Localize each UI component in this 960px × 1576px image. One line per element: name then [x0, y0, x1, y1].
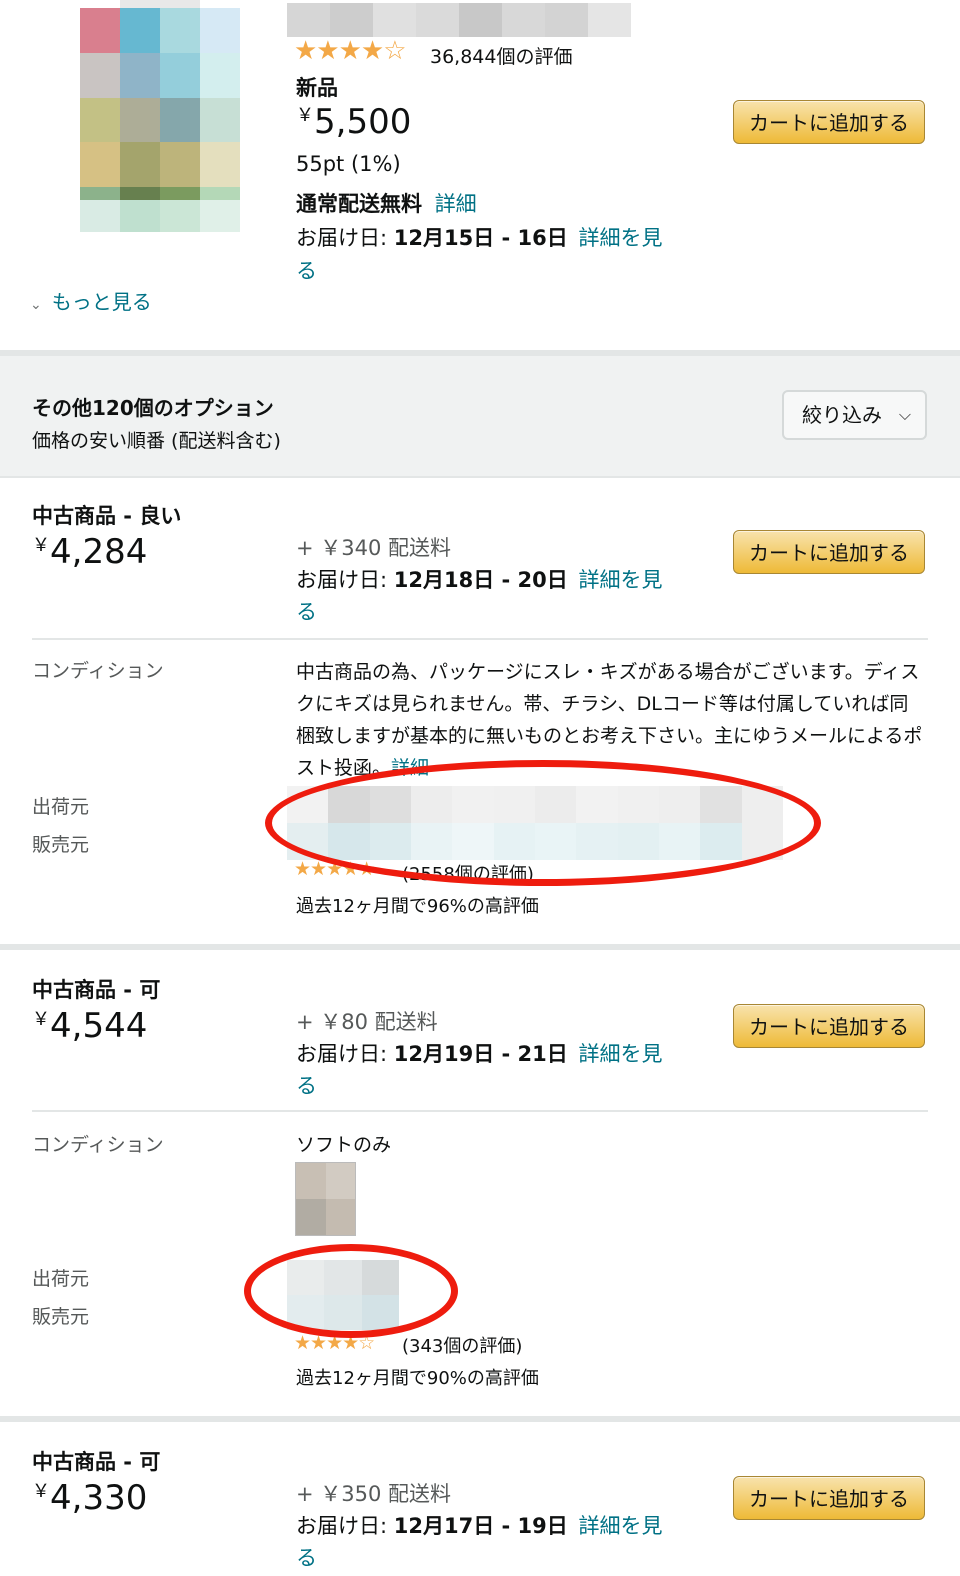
price-value: 4,544: [50, 1006, 148, 1046]
offer-shipping-cost: + ￥80 配送料: [296, 1010, 438, 1034]
condition-line: クにキズは見られません。帯、チラシ、DLコード等は付属していれば同: [296, 693, 909, 715]
free-shipping-label: 通常配送無料: [296, 192, 422, 216]
product-rating-stars[interactable]: ★★★★☆: [294, 36, 407, 66]
filter-label: 絞り込み: [802, 403, 882, 427]
see-more-link[interactable]: ⌄ もっと見る: [30, 286, 152, 315]
offer-condition: 中古商品 - 良い: [32, 504, 182, 528]
offer-divider: [32, 1110, 928, 1112]
condition-description: ソフトのみ: [296, 1134, 392, 1156]
ships-from-label: 出荷元: [32, 796, 90, 818]
options-header: その他120個のオプション 価格の安い順番 (配送料含む) 絞り込み ⌵: [0, 350, 960, 478]
product-rating-count[interactable]: 36,844個の評価: [430, 42, 572, 69]
product-price: ￥5,500: [296, 102, 411, 142]
delivery-details-link[interactable]: 詳細を見: [578, 226, 662, 250]
delivery-details-link-wrap[interactable]: る: [296, 1542, 317, 1572]
condition-label: コンディション: [32, 660, 164, 682]
delivery-details-link[interactable]: 詳細を見: [578, 1042, 662, 1066]
delivery-label: お届け日:: [296, 226, 394, 250]
delivery-label: お届け日:: [296, 1042, 394, 1066]
add-to-cart-button[interactable]: カートに追加する: [733, 530, 925, 574]
delivery-label: お届け日:: [296, 1514, 394, 1538]
chevron-down-icon: ⌄: [30, 297, 42, 313]
delivery-date: お届け日: 12月17日 - 19日 詳細を見: [296, 1510, 662, 1540]
delivery-dates: 12月17日 - 19日: [393, 1514, 568, 1538]
chevron-down-icon: ⌵: [898, 405, 911, 424]
seller-positive-rating: 過去12ヶ月間で90%の高評価: [296, 1368, 539, 1389]
shipping-detail-link[interactable]: 詳細: [435, 192, 477, 216]
price-value: 4,330: [50, 1478, 148, 1518]
sold-by-label: 販売元: [32, 834, 90, 856]
condition-label: コンディション: [32, 1134, 164, 1156]
add-to-cart-button[interactable]: カートに追加する: [733, 1476, 925, 1520]
delivery-details-link[interactable]: 詳細を見: [578, 568, 662, 592]
offer-price: ￥4,330: [32, 1478, 147, 1518]
offer-price: ￥4,284: [32, 532, 147, 572]
sold-by-label: 販売元: [32, 1306, 90, 1328]
condition-photo-thumbnail[interactable]: [295, 1162, 356, 1236]
product-image[interactable]: [80, 0, 240, 232]
add-to-cart-button[interactable]: カートに追加する: [733, 1004, 925, 1048]
delivery-date: お届け日: 12月18日 - 20日 詳細を見: [296, 564, 662, 594]
delivery-details-link-wrap[interactable]: る: [296, 1070, 317, 1100]
annotation-ring: [244, 1244, 458, 1338]
offer-price: ￥4,544: [32, 1006, 147, 1046]
product-title-blurred[interactable]: [287, 3, 631, 37]
delivery-dates: 12月15日 - 16日: [393, 226, 568, 250]
product-image-bottom: [80, 200, 240, 232]
delivery-details-link-wrap[interactable]: る: [296, 596, 317, 626]
offer-separator: [0, 944, 960, 950]
price-symbol: ￥: [32, 535, 50, 556]
delivery-date: お届け日: 12月15日 - 16日 詳細を見: [296, 222, 662, 252]
condition-line: 梱致しますが基本的に無いものとお考え下さい。主にゆうメールによるポ: [296, 725, 923, 747]
offer-shipping-cost: + ￥340 配送料: [296, 536, 452, 560]
price-value: 5,500: [314, 102, 412, 142]
price-symbol: ￥: [32, 1009, 50, 1030]
seller-rating-count[interactable]: (343個の評価): [402, 1332, 522, 1358]
filter-button[interactable]: 絞り込み ⌵: [782, 390, 927, 440]
delivery-date: お届け日: 12月19日 - 21日 詳細を見: [296, 1038, 662, 1068]
delivery-label: お届け日:: [296, 568, 394, 592]
delivery-dates: 12月18日 - 20日: [393, 568, 568, 592]
offer-separator: [0, 1416, 960, 1422]
price-symbol: ￥: [32, 1481, 50, 1502]
offer-condition-new: 新品: [296, 76, 338, 100]
ships-from-label: 出荷元: [32, 1268, 90, 1290]
offer-condition: 中古商品 - 可: [32, 978, 161, 1002]
offer-divider: [32, 638, 928, 640]
see-more-label: もっと見る: [51, 290, 152, 314]
delivery-details-link[interactable]: 詳細を見: [578, 1514, 662, 1538]
add-to-cart-button[interactable]: カートに追加する: [733, 100, 925, 144]
options-title: その他120個のオプション: [32, 396, 274, 420]
offer-shipping-cost: + ￥350 配送料: [296, 1482, 452, 1506]
price-symbol: ￥: [296, 105, 314, 126]
shipping-info: 通常配送無料 詳細: [296, 188, 477, 218]
delivery-dates: 12月19日 - 21日: [393, 1042, 568, 1066]
annotation-ring: [265, 760, 821, 886]
offer-condition: 中古商品 - 可: [32, 1450, 161, 1474]
seller-positive-rating: 過去12ヶ月間で96%の高評価: [296, 896, 539, 917]
options-subtitle: 価格の安い順番 (配送料含む): [32, 430, 281, 452]
price-value: 4,284: [50, 532, 148, 572]
condition-line: 中古商品の為、パッケージにスレ・キズがある場合がございます。ディス: [296, 661, 920, 683]
product-points: 55pt (1%): [296, 152, 401, 176]
delivery-details-link-wrap[interactable]: る: [296, 255, 317, 285]
